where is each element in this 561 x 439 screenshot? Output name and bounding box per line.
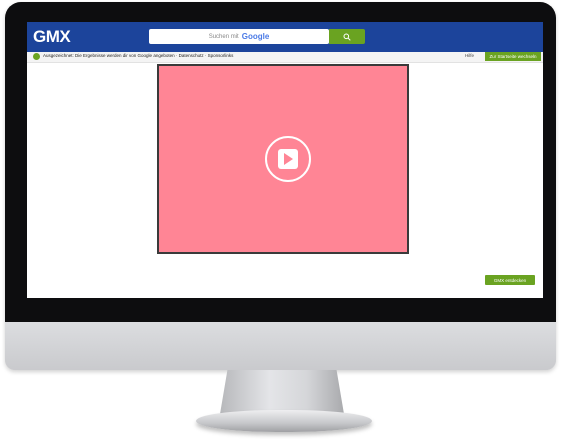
monitor-chin [5,322,556,370]
video-player[interactable] [157,64,409,254]
homepage-button[interactable]: Zur Startseite wechseln [485,52,541,61]
search-icon [343,33,351,41]
help-link[interactable]: Hilfe [465,53,474,58]
play-icon-box [278,149,298,169]
page-header: GMX Suchen mit Google [27,22,543,52]
discover-button[interactable]: GMX entdecken [485,275,535,285]
search-placeholder: Suchen mit [208,33,239,40]
monitor-screen: GMX Suchen mit Google Ausgezeichnet: Die… [27,22,543,298]
monitor-stand-neck [220,370,344,414]
info-bar: Ausgezeichnet: Die Ergebnisse werden dir… [27,52,543,63]
info-text: Ausgezeichnet: Die Ergebnisse werden dir… [43,53,234,58]
search-button[interactable] [329,29,365,44]
gmx-logo[interactable]: GMX [33,27,71,47]
play-icon [284,153,293,165]
play-button[interactable] [265,136,311,182]
google-label: Google [241,32,270,41]
monitor-stand-base [196,410,372,432]
search-input[interactable]: Suchen mit Google [149,29,329,44]
check-icon [33,53,40,60]
